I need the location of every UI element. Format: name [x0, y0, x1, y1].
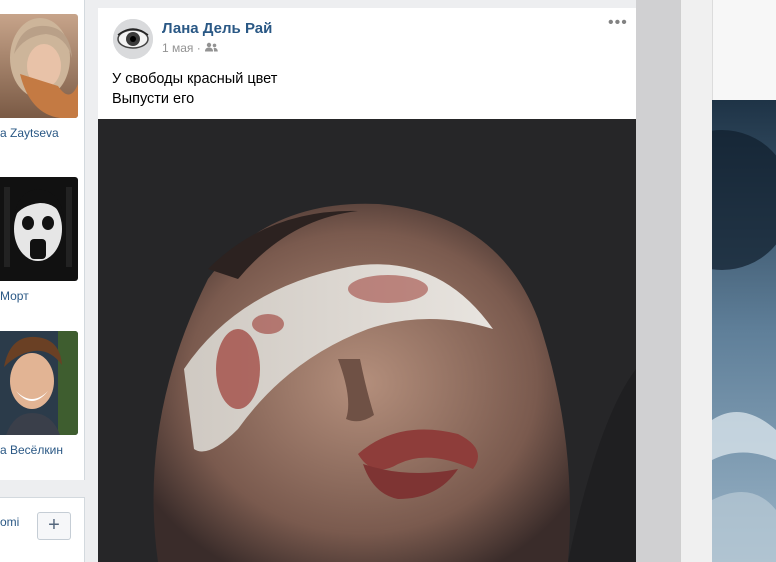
friend-name[interactable]: а Весёлкин	[0, 443, 63, 457]
post-author[interactable]: Лана Дель Рай	[162, 20, 272, 37]
mini-card-text[interactable]: omi	[0, 515, 19, 529]
page-gutter	[86, 0, 98, 562]
side-panel	[680, 0, 713, 562]
wall-post: Лана Дель Рай 1 мая · ••• У свободы крас…	[98, 0, 636, 562]
page-gutter	[636, 0, 680, 562]
side-panel	[712, 0, 776, 100]
left-column: a Zaytseva Морт а Весёлкин omi +	[0, 0, 86, 562]
add-button[interactable]: +	[37, 512, 71, 540]
post-text-line: Выпусти его	[112, 91, 195, 107]
post-meta: 1 мая ·	[162, 41, 218, 55]
mini-card: omi +	[0, 497, 85, 562]
friend-name[interactable]: Морт	[0, 289, 29, 303]
background-image	[712, 100, 776, 562]
friends-block: a Zaytseva Морт а Весёлкин	[0, 0, 85, 480]
friend-photo[interactable]	[0, 177, 78, 281]
post-separator	[98, 0, 636, 8]
post-text-line: У свободы красный цвет	[112, 71, 278, 87]
friends-icon	[204, 41, 218, 55]
friend-photo[interactable]	[0, 331, 78, 435]
post-photo[interactable]	[98, 119, 636, 562]
more-options-button[interactable]: •••	[608, 14, 628, 32]
post-date[interactable]: 1 мая ·	[162, 41, 201, 55]
post-text: У свободы красный цвет Выпусти его	[112, 69, 277, 109]
friend-photo[interactable]	[0, 14, 78, 118]
author-avatar[interactable]	[113, 19, 153, 59]
friend-name[interactable]: a Zaytseva	[0, 126, 59, 140]
